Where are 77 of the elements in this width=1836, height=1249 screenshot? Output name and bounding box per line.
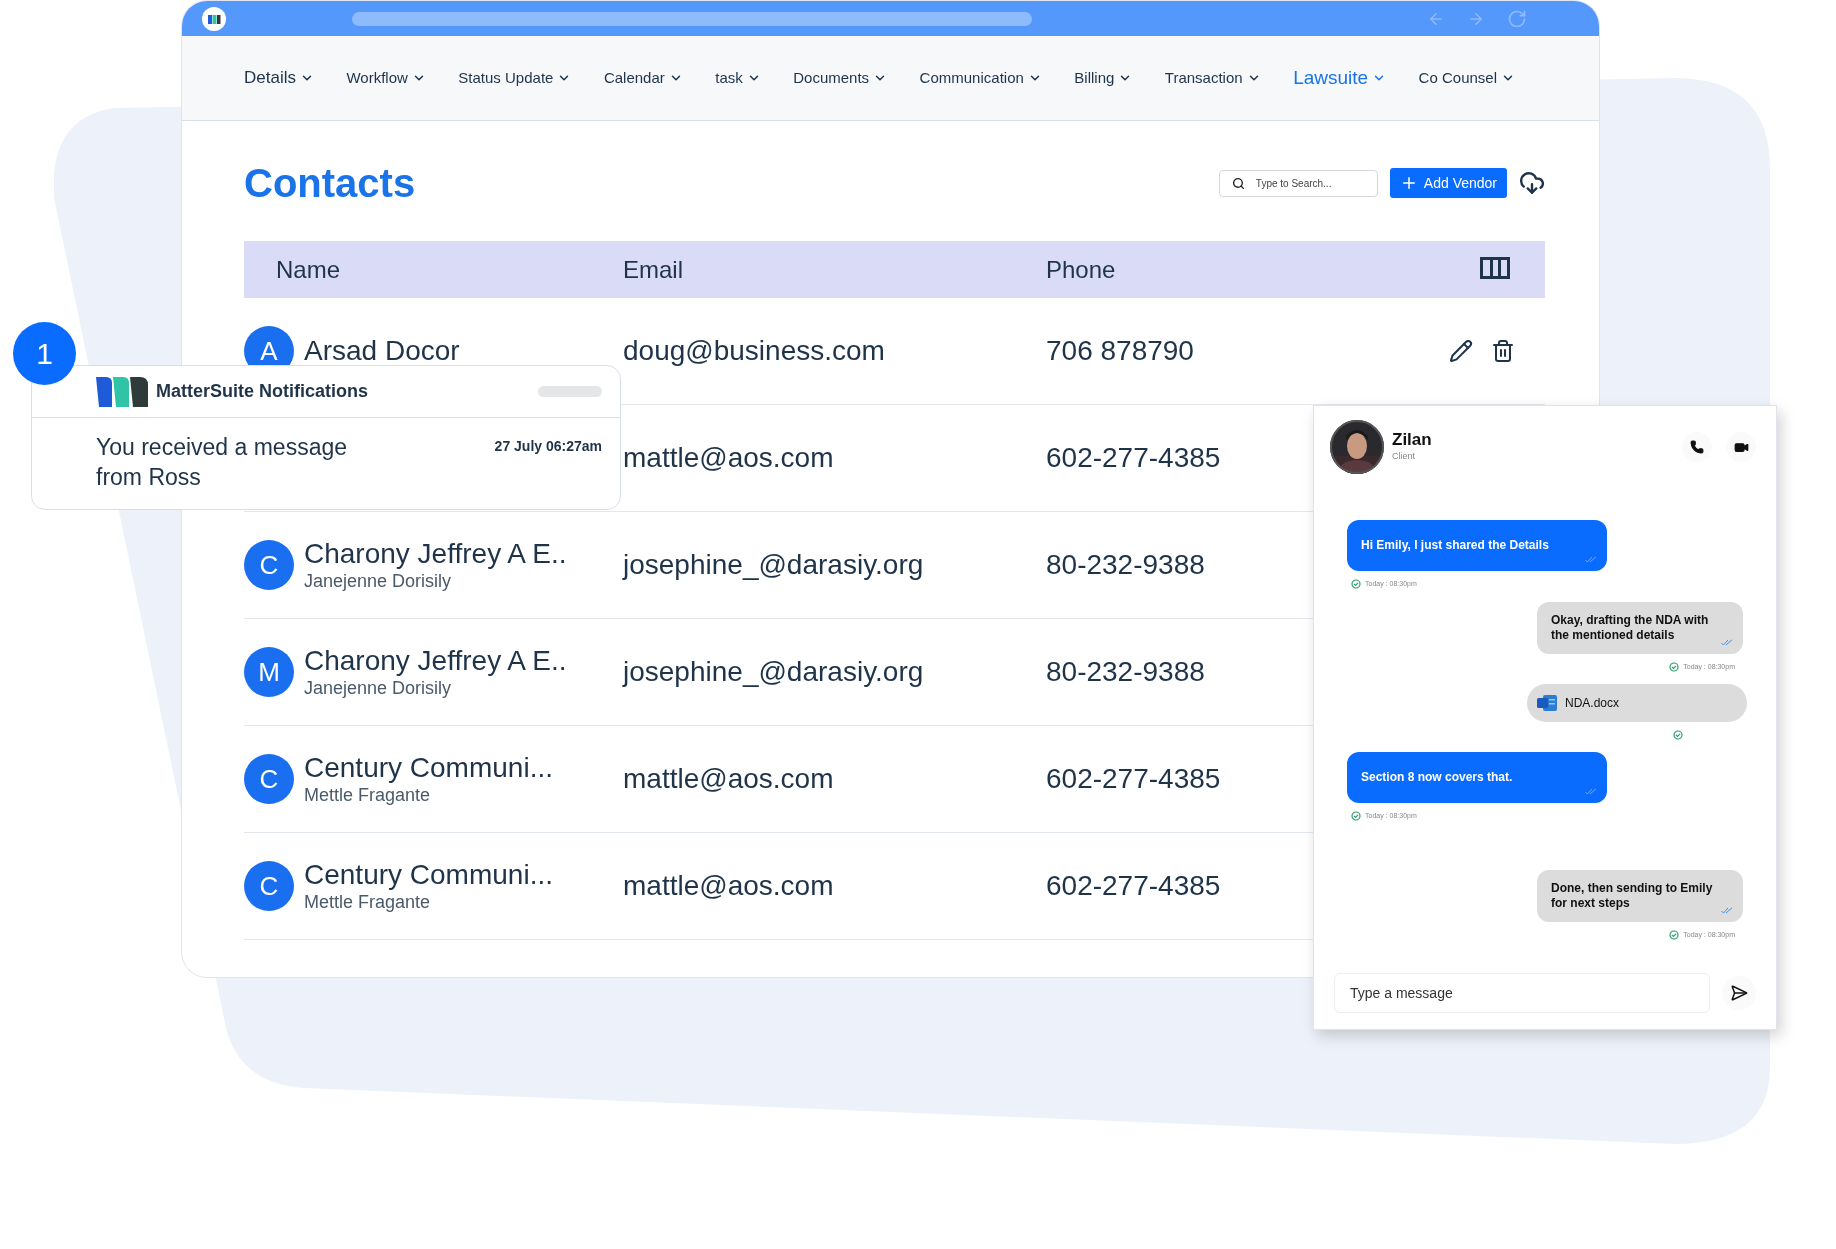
nav-tab[interactable]: Lawsuite [1293, 63, 1387, 93]
contact-email: josephine_@darasiy.org [623, 548, 925, 582]
message-bubble: Done, then sending to Emily for next steps [1537, 869, 1743, 922]
contact-phone: 602-277-4385 [1046, 869, 1221, 903]
contact-company: Mettle Fragante [304, 784, 432, 806]
nav-tab[interactable]: Communication [919, 66, 1042, 90]
nav-tab[interactable]: Co Counsel [1418, 66, 1515, 90]
nav-tab[interactable]: Workflow [346, 66, 426, 90]
delete-icon[interactable] [1491, 339, 1515, 363]
column-header: Phone [1046, 254, 1116, 285]
nav-tab[interactable]: Calendar [603, 66, 683, 90]
double-check-icon [1721, 638, 1733, 646]
notification-app-name: MatterSuite Notifications [156, 380, 369, 403]
contact-phone: 602-277-4385 [1046, 441, 1221, 475]
nav-tab[interactable]: Status Update [458, 66, 572, 90]
contact-email: mattle@aos.com [623, 869, 835, 903]
columns-icon[interactable] [1480, 257, 1510, 279]
contact-name: Century Communi... [304, 859, 553, 891]
column-header: Email [623, 254, 683, 285]
contact-name: Charony Jeffrey A E.. [304, 538, 567, 570]
call-button[interactable] [1682, 432, 1712, 462]
contact-phone: 706 878790 [1046, 334, 1194, 368]
placeholder-bar [538, 386, 602, 397]
add-vendor-button[interactable]: Add Vendor [1389, 168, 1507, 198]
double-check-icon [1721, 906, 1733, 914]
logo-icon [202, 6, 226, 31]
contact-company: Janejenne Dorisily [304, 677, 453, 699]
contact-name: Century Communi... [304, 752, 553, 784]
send-button[interactable] [1722, 976, 1756, 1010]
nav-tab[interactable]: task [715, 66, 761, 90]
contact-email: josephine_@darasiy.org [623, 655, 925, 689]
contact-email: mattle@aos.com [623, 441, 835, 475]
search-icon [1231, 176, 1245, 190]
contact-role: Client [1392, 450, 1416, 464]
double-check-icon [1585, 556, 1597, 563]
check-icon [1669, 929, 1680, 940]
cloud-download-icon[interactable] [1519, 170, 1545, 196]
column-header: Name [275, 254, 341, 285]
contact-email: mattle@aos.com [623, 762, 835, 796]
contact-phone: 80-232-9388 [1046, 548, 1205, 582]
message-bubble: Hi Emily, I just shared the Details [1347, 520, 1607, 571]
message-input[interactable]: Type a message [1334, 973, 1710, 1013]
contact-avatar: C [244, 861, 294, 911]
notification-badge: 1 [13, 322, 76, 385]
contact-phone: 80-232-9388 [1046, 655, 1205, 689]
edit-icon[interactable] [1449, 339, 1473, 363]
file-attachment[interactable]: NDA.docx [1527, 684, 1747, 722]
notification-time: 27 July 06:27am [494, 437, 602, 456]
notification-message: You received a message from Ross [96, 433, 349, 492]
nav-tab[interactable]: Details [244, 65, 314, 91]
search-field[interactable]: Type to Search... [1218, 169, 1378, 197]
nav-tab[interactable]: Transaction [1164, 66, 1261, 90]
contact-email: doug@business.com [623, 334, 886, 368]
contact-avatar: C [244, 540, 294, 590]
logo-icon [96, 376, 148, 407]
send-icon [1730, 984, 1748, 1002]
page-title: Contacts [244, 160, 416, 207]
phone-icon [1690, 440, 1704, 454]
check-icon [1351, 579, 1361, 590]
contact-company: Mettle Fragante [304, 891, 432, 913]
nav-tab[interactable]: Billing [1074, 66, 1133, 90]
check-icon [1669, 661, 1680, 672]
double-check-icon [1585, 788, 1597, 795]
contact-company: Janejenne Dorisily [304, 570, 453, 592]
contact-avatar: C [244, 754, 294, 804]
message-bubble: Section 8 now covers that. [1347, 752, 1607, 803]
contact-phone: 602-277-4385 [1046, 762, 1221, 796]
contact-name: Zilan [1392, 430, 1432, 451]
contact-name: Arsad Docor [304, 335, 460, 367]
message-bubble: Okay, drafting the NDA with the mentioned details [1537, 601, 1743, 654]
contact-name: Charony Jeffrey A E.. [304, 645, 567, 677]
contact-avatar: M [244, 647, 294, 697]
document-icon [1537, 695, 1557, 711]
check-icon [1351, 811, 1361, 822]
check-icon [1673, 730, 1683, 740]
video-call-button[interactable] [1726, 432, 1756, 462]
nav-tab[interactable]: Documents [793, 66, 888, 90]
